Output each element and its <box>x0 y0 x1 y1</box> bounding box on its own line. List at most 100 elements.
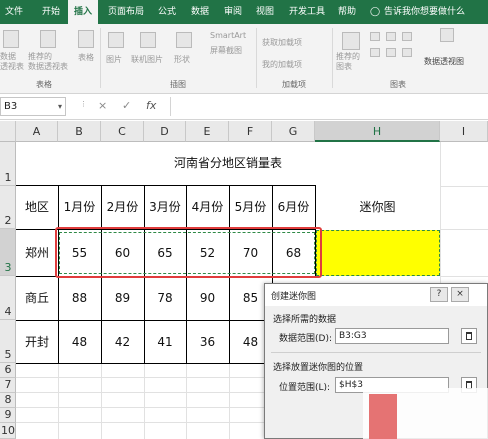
drag-handle-icon: ⋮ <box>80 100 87 108</box>
help-button[interactable]: ? <box>430 287 448 302</box>
tab-insert[interactable]: 插入 <box>68 0 98 24</box>
get-addins-button[interactable]: 获取加载项 <box>262 37 302 48</box>
column-header-b[interactable]: B <box>58 121 101 142</box>
row-header-6[interactable]: 6 <box>0 363 16 378</box>
name-box[interactable]: B3 ▾ <box>0 97 66 116</box>
header-month-5[interactable]: 5月份 <box>229 186 272 229</box>
watermark-shape <box>369 394 397 439</box>
row-header-5[interactable]: 5 <box>0 320 16 363</box>
recommended-pivot-label[interactable]: 推荐的 数据透视表 <box>28 52 68 72</box>
insert-function-icon[interactable]: fx <box>146 99 156 112</box>
tab-developer[interactable]: 开发工具 <box>284 0 330 24</box>
column-header-i[interactable]: I <box>440 121 488 142</box>
header-month-6[interactable]: 6月份 <box>272 186 315 229</box>
header-month-3[interactable]: 3月份 <box>144 186 186 229</box>
column-header-c[interactable]: C <box>101 121 144 142</box>
recommended-charts-icon[interactable] <box>342 32 360 50</box>
region-cell[interactable]: 郑州 <box>16 230 58 276</box>
row-number: 1 <box>4 171 12 184</box>
column-header-a[interactable]: A <box>16 121 58 142</box>
scatter-chart-icon[interactable] <box>402 48 412 57</box>
pivot-chart-icon[interactable] <box>440 28 454 42</box>
tab-home[interactable]: 开始 <box>36 0 66 24</box>
pictures-icon[interactable] <box>108 32 124 48</box>
section-data-heading: 选择所需的数据 <box>273 315 337 325</box>
region-cell[interactable]: 开封 <box>16 321 58 363</box>
header-sparkline[interactable]: 迷你图 <box>315 186 440 229</box>
column-header-h[interactable]: H <box>315 121 440 142</box>
area-chart-icon[interactable] <box>386 48 396 57</box>
value-cell[interactable]: 89 <box>101 277 144 320</box>
table-label[interactable]: 表格 <box>78 52 94 63</box>
pivot-table-icon[interactable] <box>3 30 19 48</box>
online-pictures-label[interactable]: 联机图片 <box>131 54 163 65</box>
value-cell[interactable]: 90 <box>186 277 229 320</box>
tab-page-layout[interactable]: 页面布局 <box>103 0 149 24</box>
gridline <box>229 363 230 439</box>
value-cell[interactable]: 88 <box>58 277 101 320</box>
row-header-2[interactable]: 2 <box>0 186 16 229</box>
tab-review[interactable]: 审阅 <box>219 0 247 24</box>
row-header-1[interactable]: 1 <box>0 142 16 186</box>
value-cell[interactable]: 36 <box>186 321 229 363</box>
shapes-icon[interactable] <box>176 32 192 48</box>
row-header-9[interactable]: 9 <box>0 408 16 423</box>
value-cell[interactable]: 48 <box>58 321 101 363</box>
smartart-button[interactable]: SmartArt <box>210 31 246 40</box>
row-header-4[interactable]: 4 <box>0 276 16 320</box>
dialog-titlebar[interactable]: 创建迷你图 ? × <box>265 284 487 306</box>
value-cell[interactable]: 41 <box>144 321 186 363</box>
pie-chart-icon[interactable] <box>402 32 412 41</box>
screenshot-button[interactable]: 屏幕截图 <box>210 45 242 56</box>
tab-help[interactable]: 帮助 <box>333 0 361 24</box>
line-chart-icon[interactable] <box>386 32 396 41</box>
enter-icon[interactable]: ✓ <box>122 99 131 112</box>
table-icon[interactable] <box>78 30 94 48</box>
column-header-f[interactable]: F <box>229 121 272 142</box>
my-addins-button[interactable]: 我的加载项 <box>262 59 302 70</box>
ribbon-panel: 数据 透视表 推荐的 数据透视表 表格 表格 图片 联机图片 形状 SmartA… <box>0 24 488 94</box>
column-header-g[interactable]: G <box>272 121 315 142</box>
header-region[interactable]: 地区 <box>16 186 58 229</box>
row-header-10[interactable]: 10 <box>0 423 16 439</box>
create-sparklines-dialog: 创建迷你图 ? × 选择所需的数据 数据范围(D): B3:G3 选择放置迷你图… <box>264 283 488 439</box>
pictures-label[interactable]: 图片 <box>106 54 122 65</box>
column-chart-icon[interactable] <box>370 32 380 41</box>
collapse-dialog-icon[interactable] <box>461 328 477 344</box>
pivot-table-button-label[interactable]: 数据 透视表 <box>0 52 24 72</box>
column-header-e[interactable]: E <box>186 121 229 142</box>
group-label-addins: 加载项 <box>282 80 306 89</box>
recommended-pivot-icon[interactable] <box>40 30 56 48</box>
tab-formulas[interactable]: 公式 <box>153 0 181 24</box>
ribbon-divider <box>332 28 333 88</box>
value-cell[interactable]: 78 <box>144 277 186 320</box>
pivot-chart-label[interactable]: 数据透视图 <box>424 56 464 67</box>
column-header-d[interactable]: D <box>144 121 186 142</box>
formula-input[interactable] <box>170 97 488 116</box>
tab-view[interactable]: 视图 <box>251 0 279 24</box>
tab-file[interactable]: 文件 <box>0 0 28 24</box>
lightbulb-icon: ◯ <box>369 7 381 17</box>
gridline <box>101 363 102 439</box>
cancel-icon[interactable]: × <box>98 99 107 112</box>
row-header-7[interactable]: 7 <box>0 378 16 393</box>
value-cell[interactable]: 42 <box>101 321 144 363</box>
row-header-3[interactable]: 3 <box>0 229 16 276</box>
header-month-4[interactable]: 4月份 <box>186 186 229 229</box>
header-month-1[interactable]: 1月份 <box>58 186 101 229</box>
sheet-title[interactable]: 河南省分地区销量表 <box>16 142 440 185</box>
shapes-label[interactable]: 形状 <box>174 54 190 65</box>
formula-bar: B3 ▾ ⋮ × ✓ fx <box>0 94 488 120</box>
data-range-input[interactable]: B3:G3 <box>335 328 449 344</box>
chevron-down-icon[interactable]: ▾ <box>58 98 62 115</box>
tab-data[interactable]: 数据 <box>186 0 214 24</box>
recommended-charts-label[interactable]: 推荐的 图表 <box>336 52 360 72</box>
select-all-corner[interactable] <box>0 121 16 142</box>
online-pictures-icon[interactable] <box>140 32 156 48</box>
tell-me-search[interactable]: 告诉我你想要做什么 <box>384 0 488 24</box>
bar-chart-icon[interactable] <box>370 48 380 57</box>
region-cell[interactable]: 商丘 <box>16 277 58 320</box>
row-header-8[interactable]: 8 <box>0 393 16 408</box>
close-button[interactable]: × <box>451 287 469 302</box>
header-month-2[interactable]: 2月份 <box>101 186 144 229</box>
